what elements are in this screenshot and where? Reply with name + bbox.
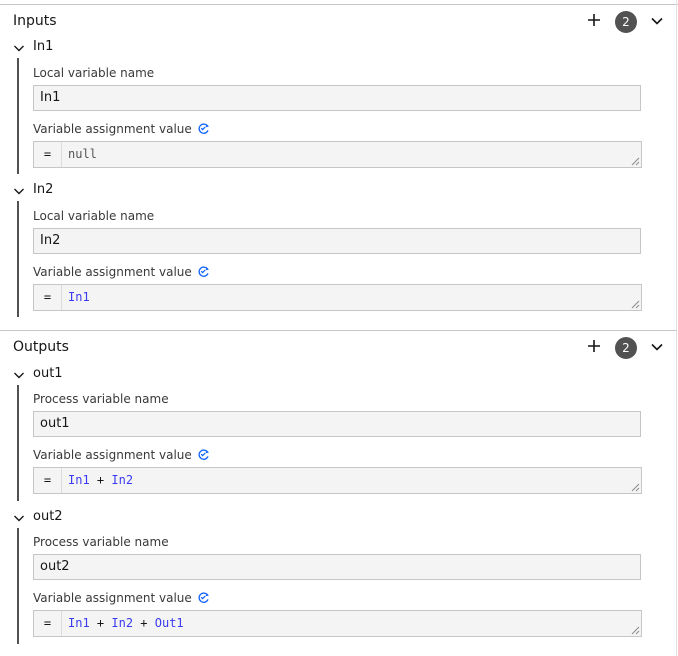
expression-token: null: [68, 147, 97, 161]
plus-icon: [588, 14, 600, 26]
inputs-section-header[interactable]: Inputs 2: [0, 5, 677, 37]
local-variable-name-label: Local variable name: [33, 66, 155, 80]
expression-token: +: [89, 616, 112, 630]
variable-assignment-value-label-text: Variable assignment value: [33, 591, 192, 605]
input-item-name: In1: [33, 39, 54, 54]
add-input-button[interactable]: [585, 11, 603, 29]
inputs-count-badge: 2: [615, 11, 637, 33]
expression-token: +: [89, 473, 112, 487]
variable-assignment-value-input[interactable]: = In1: [33, 284, 642, 311]
process-variable-name-label: Process variable name: [33, 392, 169, 406]
input-item-header[interactable]: In2: [10, 181, 210, 201]
feel-prefix: =: [34, 611, 62, 636]
resize-grip-icon[interactable]: [631, 626, 640, 635]
expression-token: In1: [68, 616, 90, 630]
expression-token: In2: [111, 616, 134, 630]
output-item-out1: out1 Process variable name out1 Variable…: [0, 365, 677, 505]
output-item-out2: out2 Process variable name out2 Variable…: [0, 508, 677, 648]
expression-token: In2: [111, 473, 134, 487]
feel-expression-icon[interactable]: [197, 265, 210, 278]
feel-expression-icon[interactable]: [197, 122, 210, 135]
input-item-in2: In2 Local variable name In2 Variable ass…: [0, 181, 677, 321]
chevron-down-icon: [651, 17, 663, 25]
output-item-header[interactable]: out2: [10, 508, 210, 528]
feel-prefix: =: [34, 285, 62, 310]
feel-expression-icon[interactable]: [197, 448, 210, 461]
expression-text[interactable]: null: [68, 142, 97, 167]
feel-expression-icon[interactable]: [197, 591, 210, 604]
add-output-button[interactable]: [585, 337, 603, 355]
variable-assignment-value-input[interactable]: = In1 + In2 + Out1: [33, 610, 642, 637]
expression-text[interactable]: In1: [68, 285, 90, 310]
variable-assignment-value-label: Variable assignment value: [33, 122, 210, 136]
output-item-name: out2: [33, 509, 63, 524]
feel-prefix: =: [34, 468, 62, 493]
outputs-collapse-button[interactable]: [649, 339, 665, 355]
feel-prefix: =: [34, 142, 62, 167]
plus-icon: [588, 340, 600, 352]
variable-assignment-value-label: Variable assignment value: [33, 591, 210, 605]
item-rail: [17, 385, 19, 501]
chevron-down-icon: [651, 343, 663, 351]
outputs-count-badge: 2: [615, 337, 637, 359]
outputs-section-title: Outputs: [13, 339, 69, 355]
chevron-down-icon: [14, 188, 24, 195]
item-rail: [17, 201, 19, 317]
variable-assignment-value-label: Variable assignment value: [33, 448, 210, 462]
inputs-section: Inputs 2 In1 Local variable name In1 Var…: [0, 5, 677, 330]
process-variable-name-input[interactable]: out2: [33, 554, 641, 580]
input-item-in1: In1 Local variable name In1 Variable ass…: [0, 38, 677, 178]
input-item-name: In2: [33, 182, 54, 197]
item-rail: [17, 58, 19, 174]
expression-text[interactable]: In1 + In2: [68, 468, 133, 493]
output-item-name: out1: [33, 366, 63, 381]
resize-grip-icon[interactable]: [631, 300, 640, 309]
inputs-section-title: Inputs: [13, 13, 57, 29]
variable-assignment-value-label-text: Variable assignment value: [33, 448, 192, 462]
expression-token: In1: [68, 290, 90, 304]
chevron-down-icon: [14, 515, 24, 522]
chevron-down-icon: [14, 45, 24, 52]
variable-assignment-value-label: Variable assignment value: [33, 265, 210, 279]
expression-token: Out1: [154, 616, 184, 630]
expression-token: In1: [68, 473, 90, 487]
expression-text[interactable]: In1 + In2 + Out1: [68, 611, 184, 636]
item-rail: [17, 528, 19, 644]
expression-token: +: [133, 616, 155, 630]
variable-assignment-value-label-text: Variable assignment value: [33, 122, 192, 136]
variable-assignment-value-input[interactable]: = null: [33, 141, 642, 168]
output-item-header[interactable]: out1: [10, 365, 210, 385]
input-item-header[interactable]: In1: [10, 38, 210, 58]
local-variable-name-input[interactable]: In2: [33, 228, 641, 254]
process-variable-name-input[interactable]: out1: [33, 411, 641, 437]
resize-grip-icon[interactable]: [631, 157, 640, 166]
chevron-down-icon: [14, 372, 24, 379]
process-variable-name-label: Process variable name: [33, 535, 169, 549]
variable-assignment-value-label-text: Variable assignment value: [33, 265, 192, 279]
outputs-section: Outputs 2 out1 Process variable name out…: [0, 331, 677, 656]
resize-grip-icon[interactable]: [631, 483, 640, 492]
local-variable-name-input[interactable]: In1: [33, 85, 641, 111]
inputs-collapse-button[interactable]: [649, 13, 665, 29]
local-variable-name-label: Local variable name: [33, 209, 155, 223]
variable-assignment-value-input[interactable]: = In1 + In2: [33, 467, 642, 494]
outputs-section-header[interactable]: Outputs 2: [0, 331, 677, 363]
